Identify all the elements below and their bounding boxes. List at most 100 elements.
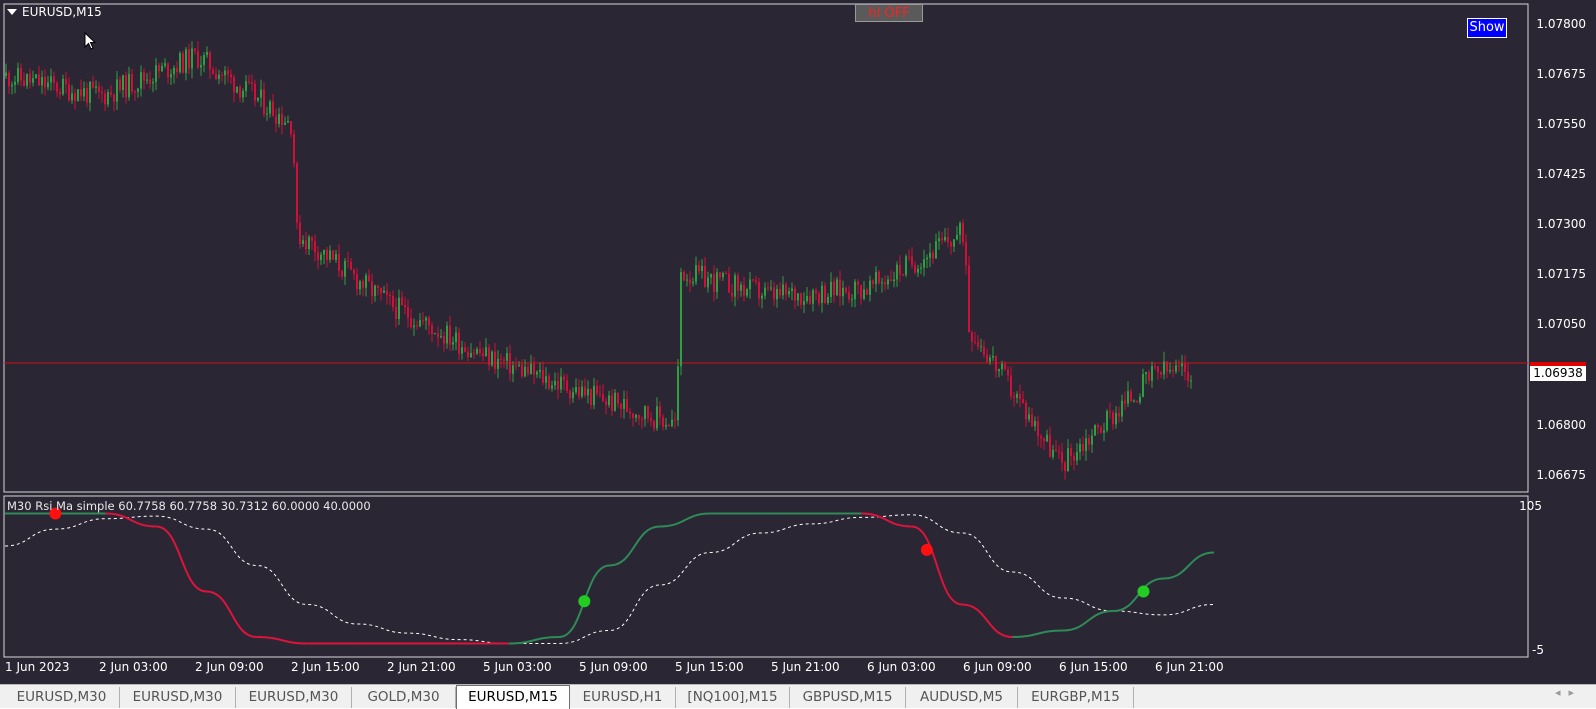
candle-body [41, 76, 43, 86]
chart-menu-arrow-icon[interactable] [7, 9, 17, 15]
candle-body [164, 63, 166, 66]
candle-body [194, 48, 196, 52]
tab-chart[interactable]: [NQ100],M15 [676, 687, 790, 708]
candle-body [809, 296, 811, 304]
tab-chart[interactable]: EURGBP,M15 [1018, 687, 1134, 708]
candle-body [128, 74, 130, 98]
candle-body [596, 385, 598, 394]
candle-body [14, 81, 16, 85]
candle-body [773, 287, 775, 300]
time-axis-label: 6 Jun 21:00 [1155, 660, 1224, 674]
tab-chart[interactable]: GBPUSD,M15 [790, 687, 906, 708]
candle-body [1049, 434, 1051, 457]
candle-body [530, 363, 532, 375]
candle-body [20, 67, 22, 81]
candle-body [479, 349, 481, 354]
candle-body [923, 259, 925, 268]
indicator-axis-label: 105 [1519, 499, 1542, 513]
candle-body [770, 287, 772, 289]
candle-body [950, 242, 952, 247]
price-axis-label: 1.07800 [1536, 17, 1586, 31]
time-axis-label: 5 Jun 03:00 [483, 660, 552, 674]
tab-chart[interactable]: AUDUSD,M5 [906, 687, 1018, 708]
candle-body [884, 282, 886, 285]
candle-body [629, 411, 631, 414]
candle-body [971, 332, 973, 342]
candle-body [299, 222, 301, 244]
candle-body [887, 279, 889, 285]
candle-body [452, 342, 454, 345]
candle-body [758, 282, 760, 299]
tab-chart-active[interactable]: EURUSD,M15 [456, 685, 570, 709]
candle-body [1121, 400, 1123, 417]
candle-body [584, 386, 586, 396]
tab-scroll-arrows-icon[interactable]: ◂▸ [1555, 686, 1582, 699]
candle-body [254, 84, 256, 101]
candle-body [488, 347, 490, 366]
candle-body [146, 79, 148, 81]
candle-body [11, 84, 13, 87]
candle-body [236, 86, 238, 93]
candle-body [245, 81, 247, 92]
candle-body [26, 73, 28, 86]
candle-body [872, 280, 874, 284]
tab-chart[interactable]: EURUSD,M30 [4, 687, 120, 708]
chart-canvas[interactable] [0, 0, 1596, 684]
hl-toggle-button[interactable]: hl OFF [855, 4, 923, 22]
candle-body [560, 376, 562, 390]
candle-body [635, 414, 637, 418]
candle-body [665, 425, 667, 427]
tab-chart[interactable]: EURUSD,M30 [120, 687, 236, 708]
candle-body [1073, 456, 1075, 461]
candle-body [605, 401, 607, 405]
candle-body [587, 388, 589, 396]
candle-body [641, 418, 643, 420]
candle-body [857, 281, 859, 285]
time-axis-label: 5 Jun 09:00 [579, 660, 648, 674]
candle-body [788, 291, 790, 295]
candle-body [692, 281, 694, 284]
candle-body [764, 287, 766, 296]
tab-chart[interactable]: EURUSD,H1 [570, 687, 676, 708]
candle-body [89, 81, 91, 103]
candle-body [176, 67, 178, 73]
candle-body [1103, 430, 1105, 433]
candle-body [956, 234, 958, 240]
tab-chart[interactable]: EURUSD,M30 [236, 687, 352, 708]
candle-body [965, 242, 967, 266]
candle-body [977, 341, 979, 347]
candle-body [551, 385, 553, 389]
time-axis-label: 6 Jun 15:00 [1059, 660, 1128, 674]
candle-body [557, 381, 559, 390]
candle-body [215, 73, 217, 80]
candle-body [1106, 411, 1108, 431]
candle-body [947, 236, 949, 243]
candle-body [1025, 402, 1027, 420]
candle-body [974, 341, 976, 343]
time-axis-label: 2 Jun 15:00 [291, 660, 360, 674]
candle-body [632, 413, 634, 418]
candle-body [959, 223, 961, 235]
candle-body [1022, 399, 1024, 403]
candle-body [533, 363, 535, 375]
candle-body [1016, 394, 1018, 398]
candle-body [854, 281, 856, 300]
candle-body [86, 88, 88, 103]
candle-body [1067, 448, 1069, 471]
candle-body [260, 89, 262, 98]
candle-body [263, 89, 265, 115]
candle-body [314, 241, 316, 253]
show-button[interactable]: Show [1467, 18, 1507, 38]
tab-chart[interactable]: GOLD,M30 [352, 687, 456, 708]
candle-body [824, 285, 826, 303]
candle-body [1115, 413, 1117, 425]
candle-body [287, 121, 289, 123]
candle-body [908, 256, 910, 258]
candle-body [815, 290, 817, 294]
candle-body [1190, 380, 1192, 382]
candle-body [1028, 414, 1030, 420]
candle-body [827, 296, 829, 303]
candle-body [491, 351, 493, 366]
candle-body [1160, 372, 1162, 375]
candle-body [593, 385, 595, 406]
